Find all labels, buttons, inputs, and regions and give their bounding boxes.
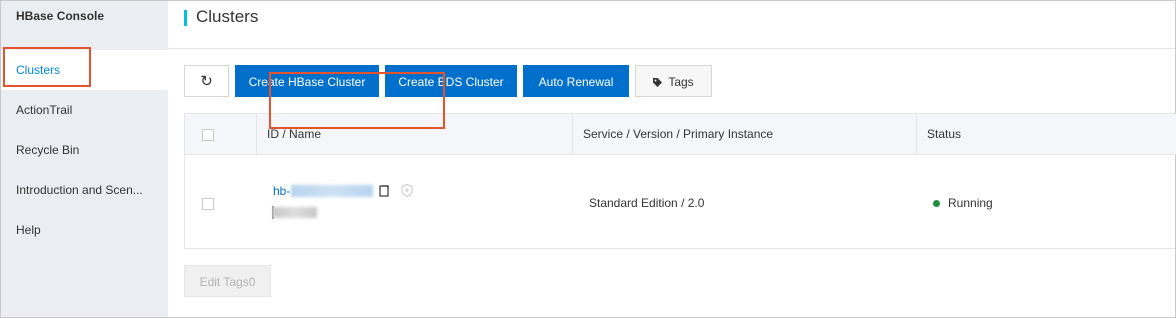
status-running-dot [933, 200, 940, 207]
clusters-table: ID / Name Service / Version / Primary In… [184, 113, 1176, 249]
tags-button-label: Tags [668, 75, 694, 89]
status-text: Running [948, 196, 993, 210]
status-cell: Running [933, 196, 993, 210]
edit-tags-button[interactable]: Edit Tags0 [184, 265, 271, 297]
shield-icon [401, 184, 413, 197]
cluster-id-cell: hb- [273, 184, 413, 198]
page-title: Clusters [196, 7, 259, 26]
main-panel: Clusters ↻ Create HBase Cluster Create B… [168, 1, 1176, 317]
sidebar-item-introduction[interactable]: Introduction and Scen... [1, 170, 168, 210]
page-header: Clusters [168, 1, 1175, 49]
sidebar-item-recycle-bin[interactable]: Recycle Bin [1, 130, 168, 170]
refresh-button[interactable]: ↻ [184, 65, 229, 97]
service-version-cell: Standard Edition / 2.0 [589, 196, 705, 210]
sidebar-title: HBase Console [16, 9, 105, 23]
highlight-box-cluster-id [269, 72, 445, 129]
table-row: hb- Standard Edition / 2.0 Running [185, 155, 1176, 249]
tags-button[interactable]: Tags [635, 65, 712, 97]
tag-icon [653, 78, 663, 87]
row-checkbox[interactable] [202, 198, 214, 210]
copy-icon[interactable] [379, 185, 391, 197]
cluster-name-redacted [273, 207, 317, 218]
auto-renewal-button[interactable]: Auto Renewal [523, 65, 629, 97]
column-header-status: Status [916, 114, 1176, 154]
highlight-box-clusters [3, 47, 91, 87]
select-all-checkbox[interactable] [202, 129, 214, 141]
select-column-header [185, 114, 256, 154]
refresh-icon: ↻ [200, 73, 213, 90]
sidebar-item-help[interactable]: Help [1, 210, 168, 250]
cluster-id-link[interactable]: hb- [273, 184, 374, 198]
sidebar-item-actiontrail[interactable]: ActionTrail [1, 90, 168, 130]
header-accent-bar [184, 10, 187, 26]
column-header-service-version: Service / Version / Primary Instance [572, 114, 916, 154]
cluster-id-redacted [291, 185, 374, 197]
cluster-id-prefix: hb- [273, 184, 291, 198]
